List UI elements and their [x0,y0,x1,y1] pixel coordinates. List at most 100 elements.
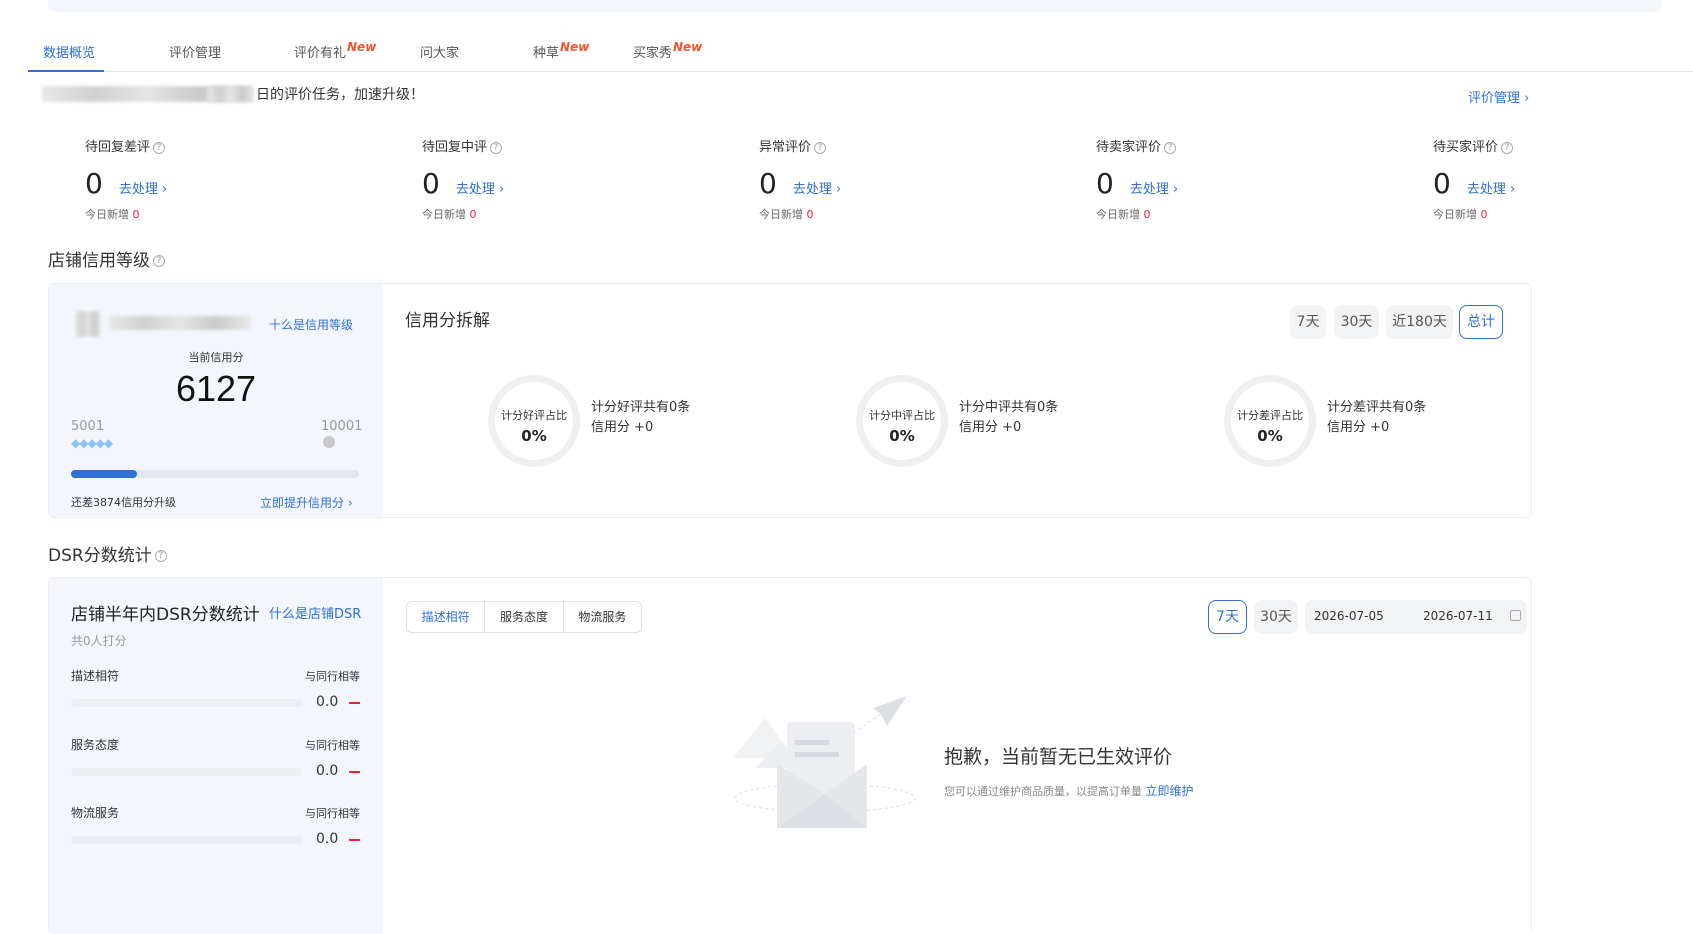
date-start: 2026-07-05 [1314,609,1384,623]
tab-review-manage[interactable]: 评价管理 [169,42,221,61]
seg-tab-logistics[interactable]: 物流服务 [564,602,641,632]
empty-mail-illustration [733,696,916,828]
maintain-now-link[interactable]: 立即维护 [1146,784,1194,798]
dsr-section-title: DSR分数统计? [48,541,167,566]
stat-count: 0 [1433,167,1451,200]
range-min: 5001 [71,419,105,434]
process-link[interactable]: 去处理 › [1130,178,1178,197]
stat-pending-seller: 待卖家评价? 0 去处理 › 今日新增 0 [1096,136,1296,222]
date-range-picker[interactable]: 2026-07-05 2026-07-11 [1305,600,1527,634]
empty-desc: 您可以通过维护商品质量，以提高订单量 立即维护 [944,782,1194,799]
tab-ask-all[interactable]: 问大家 [420,42,459,61]
dsr-value: 0.0 [316,694,339,710]
stat-count: 0 [422,167,440,200]
range-total[interactable]: 总计 [1459,305,1503,339]
good-ratio-ring: 计分好评占比 0% [488,375,580,467]
credit-score: 6127 [175,368,257,409]
empty-desc-text: 您可以通过维护商品质量，以提高订单量 [944,785,1142,798]
credit-section-title: 店铺信用等级? [48,246,165,271]
credit-summary-panel: 十么是信用等级 当前信用分 6127 5001 10001 ◆◆◆◆◆ 还差38… [49,284,383,517]
help-icon[interactable]: ? [154,550,167,562]
process-link[interactable]: 去处理 › [793,178,841,197]
bad-ratio-text: 计分差评共有0条 信用分 +0 [1327,398,1426,438]
what-is-dsr-link[interactable]: 什么是店铺DSR [269,603,361,622]
stat-pending-negative: 待回复差评? 0 去处理 › 今日新增 0 [85,136,285,222]
ring-count-text: 计分中评共有0条 [959,400,1059,415]
dsr-bar-track [71,768,302,776]
new-badge: New [560,40,590,54]
ring-value: 0% [889,427,915,445]
ring-label: 计分好评占比 [501,409,567,422]
dsr-panel-title: 店铺半年内DSR分数统计 [71,605,260,625]
process-link[interactable]: 去处理 › [119,178,167,197]
avatar [75,311,101,337]
stat-count: 0 [85,167,103,200]
bad-ratio-ring: 计分差评占比 0% [1224,375,1316,467]
tab-overview[interactable]: 数据概览 [43,42,95,61]
help-icon[interactable]: ? [490,141,503,154]
dsr-range-7d[interactable]: 7天 [1208,600,1247,634]
tab-seeding[interactable]: 种草New [533,40,590,61]
stat-title: 待卖家评价 [1096,140,1162,155]
ring-score-text: 信用分 +0 [1327,420,1390,435]
today-new-count: 0 [469,208,477,221]
review-manage-link[interactable]: 评价管理 › [1468,87,1529,106]
help-icon[interactable]: ? [153,141,166,154]
remaining-text: 还差3874信用分升级 [71,496,176,509]
stat-title: 待回复中评 [422,140,488,155]
improve-credit-link[interactable]: 立即提升信用分 › [260,494,353,511]
minus-icon [349,771,360,773]
dsr-summary-panel: 店铺半年内DSR分数统计 什么是店铺DSR 共0人打分 描述相符 与同行相等 0… [49,578,383,934]
help-icon[interactable]: ? [1164,141,1177,154]
help-icon[interactable]: ? [153,255,165,267]
calendar-icon[interactable] [1510,610,1521,621]
minus-icon [349,839,360,841]
today-new-count: 0 [806,208,814,221]
range-30d[interactable]: 30天 [1334,305,1379,339]
stat-pending-neutral: 待回复中评? 0 去处理 › 今日新增 0 [422,136,622,222]
credit-progress-track [71,470,359,478]
dsr-value: 0.0 [316,831,339,847]
range-7d[interactable]: 7天 [1290,305,1326,339]
stat-title: 待买家评价 [1433,140,1499,155]
ring-value: 0% [1257,427,1283,445]
credit-card: 十么是信用等级 当前信用分 6127 5001 10001 ◆◆◆◆◆ 还差38… [48,283,1532,518]
seg-tab-description[interactable]: 描述相符 [407,602,486,632]
good-ratio-text: 计分好评共有0条 信用分 +0 [591,398,690,438]
help-icon[interactable]: ? [814,141,827,154]
ring-label: 计分差评占比 [1237,409,1303,422]
today-new-count: 0 [132,208,140,221]
dsr-row-label: 物流服务 [71,806,120,820]
tab-buyer-show[interactable]: 买家秀New [633,40,703,61]
task-message: 日的评价任务，加速升级！ [256,87,424,103]
neutral-ratio-ring: 计分中评占比 0% [856,375,948,467]
process-link[interactable]: 去处理 › [456,178,504,197]
ring-value: 0% [521,427,547,445]
today-new-label: 今日新增 [1433,208,1477,221]
ring-label: 计分中评占比 [869,409,935,422]
dsr-compare: 与同行相等 [305,807,360,820]
ring-score-text: 信用分 +0 [591,420,654,435]
stat-count: 0 [759,167,777,200]
stat-pending-buyer: 待买家评价? 0 去处理 › 今日新增 0 [1433,136,1633,222]
what-is-credit-link[interactable]: 十么是信用等级 [269,316,353,333]
dsr-range-30d[interactable]: 30天 [1254,600,1298,634]
process-link[interactable]: 去处理 › [1467,178,1515,197]
dsr-compare: 与同行相等 [305,670,360,683]
dsr-row-label: 服务态度 [71,738,120,752]
dsr-bar-track [71,699,302,707]
range-max: 10001 [321,419,363,434]
dsr-row-label: 描述相符 [71,669,120,683]
range-180d[interactable]: 近180天 [1386,305,1453,339]
help-icon[interactable]: ? [1501,141,1514,154]
dsr-bar-track [71,836,302,844]
seg-tab-service[interactable]: 服务态度 [485,602,564,632]
diamond-level-icon: ◆◆◆◆◆ [71,436,113,450]
top-banner [48,0,1662,12]
today-new-label: 今日新增 [422,208,466,221]
new-badge: New [347,40,377,54]
today-new-count: 0 [1480,208,1488,221]
tab-review-gift[interactable]: 评价有礼New [294,40,377,61]
new-badge: New [673,40,703,54]
today-new-label: 今日新增 [759,208,803,221]
